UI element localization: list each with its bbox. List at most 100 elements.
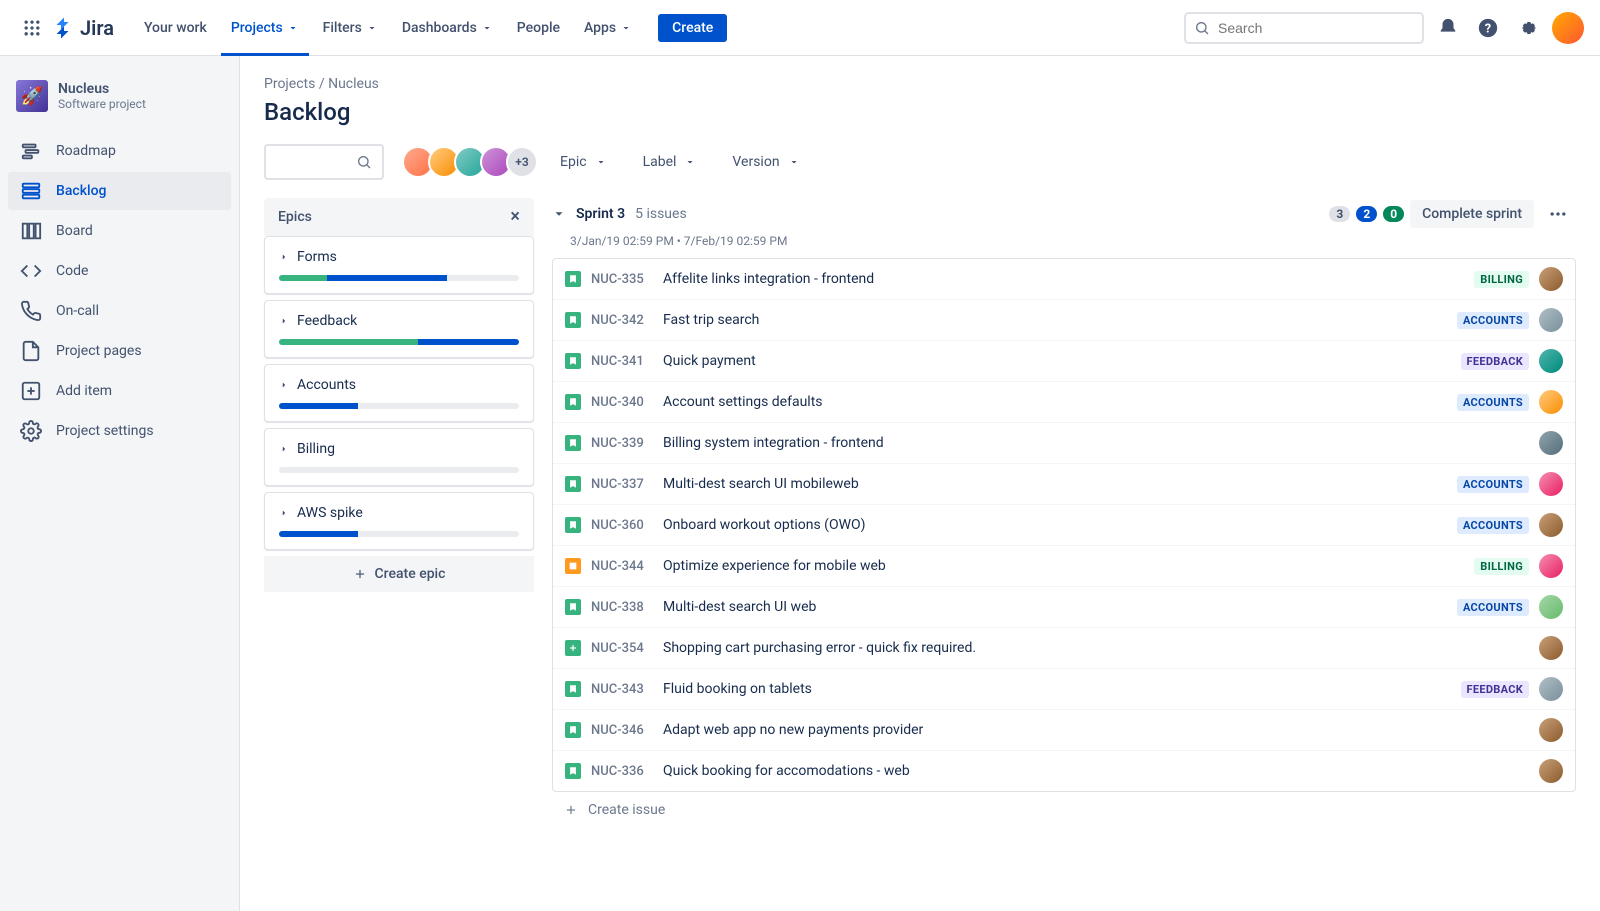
issue-assignee-avatar[interactable] (1539, 718, 1563, 742)
issue-assignee-avatar[interactable] (1539, 513, 1563, 537)
sprint-more-icon[interactable] (1540, 198, 1576, 230)
create-button[interactable]: Create (658, 14, 727, 42)
issue-row[interactable]: NUC-338Multi-dest search UI webACCOUNTS (553, 587, 1575, 628)
notifications-icon[interactable] (1432, 12, 1464, 44)
sidebar-item-project-settings[interactable]: Project settings (8, 412, 231, 450)
filter-label[interactable]: Label (639, 148, 701, 176)
chevron-right-icon (279, 252, 289, 262)
sidebar-item-add-item[interactable]: Add item (8, 372, 231, 410)
epic-billing[interactable]: Billing (264, 428, 534, 486)
app-switcher-icon[interactable] (16, 12, 48, 44)
nav-projects[interactable]: Projects (221, 14, 309, 42)
issue-title: Multi-dest search UI web (663, 599, 1447, 615)
issue-assignee-avatar[interactable] (1539, 390, 1563, 414)
backlog-search[interactable] (264, 144, 384, 180)
project-header[interactable]: 🚀 Nucleus Software project (8, 76, 231, 132)
filter-version[interactable]: Version (728, 148, 803, 176)
breadcrumb-root[interactable]: Projects (264, 76, 315, 92)
issue-assignee-avatar[interactable] (1539, 554, 1563, 578)
nav-filters[interactable]: Filters (313, 14, 388, 42)
issue-title: Fast trip search (663, 312, 1447, 328)
issue-title: Optimize experience for mobile web (663, 558, 1464, 574)
issue-title: Shopping cart purchasing error - quick f… (663, 640, 1529, 656)
issue-type-icon (565, 763, 581, 779)
issue-key: NUC-342 (591, 313, 653, 328)
issue-key: NUC-344 (591, 559, 653, 574)
issue-assignee-avatar[interactable] (1539, 431, 1563, 455)
issue-key: NUC-339 (591, 436, 653, 451)
epic-label: BILLING (1474, 558, 1529, 575)
issue-row[interactable]: NUC-346Adapt web app no new payments pro… (553, 710, 1575, 751)
issue-key: NUC-360 (591, 518, 653, 533)
epic-aws-spike[interactable]: AWS spike (264, 492, 534, 550)
sprint-progress-count: 2 (1356, 206, 1377, 222)
issue-assignee-avatar[interactable] (1539, 349, 1563, 373)
breadcrumb-leaf[interactable]: Nucleus (328, 76, 379, 92)
jira-logo[interactable]: Jira (52, 16, 114, 40)
issue-type-icon (565, 312, 581, 328)
issue-type-icon (565, 722, 581, 738)
help-icon[interactable]: ? (1472, 12, 1504, 44)
issue-type-icon (565, 558, 581, 574)
issue-list: NUC-335Affelite links integration - fron… (552, 258, 1576, 792)
chevron-right-icon (279, 380, 289, 390)
avatar-more[interactable]: +3 (506, 146, 538, 178)
issue-row[interactable]: NUC-344 Optimize experience for mobile we… (553, 546, 1575, 587)
close-epics-icon[interactable]: × (510, 208, 520, 226)
issue-title: Adapt web app no new payments provider (663, 722, 1529, 738)
sidebar: 🚀 Nucleus Software project RoadmapBacklo… (0, 56, 240, 911)
issue-assignee-avatar[interactable] (1539, 267, 1563, 291)
sidebar-item-code[interactable]: Code (8, 252, 231, 290)
issue-row[interactable]: NUC-354 Shopping cart purchasing error - … (553, 628, 1575, 669)
issue-row[interactable]: NUC-337Multi-dest search UI mobilewebACC… (553, 464, 1575, 505)
epic-feedback[interactable]: Feedback (264, 300, 534, 358)
sidebar-item-on-call[interactable]: On-call (8, 292, 231, 330)
issue-assignee-avatar[interactable] (1539, 595, 1563, 619)
nav-apps[interactable]: Apps (574, 14, 642, 42)
issue-row[interactable]: NUC-342 Fast trip search ACCOUNTS (553, 300, 1575, 341)
epic-label: ACCOUNTS (1457, 476, 1529, 493)
sidebar-item-project-pages[interactable]: Project pages (8, 332, 231, 370)
issue-assignee-avatar[interactable] (1539, 759, 1563, 783)
nav-people[interactable]: People (507, 14, 570, 42)
filter-epic[interactable]: Epic (556, 148, 611, 176)
issue-type-icon (565, 353, 581, 369)
issue-key: NUC-343 (591, 682, 653, 697)
create-epic-button[interactable]: Create epic (264, 556, 534, 592)
issue-row[interactable]: NUC-341Quick paymentFEEDBACK (553, 341, 1575, 382)
issue-assignee-avatar[interactable] (1539, 472, 1563, 496)
sprint-name[interactable]: Sprint 3 (576, 206, 625, 222)
issue-row[interactable]: NUC-340Account settings defaultsACCOUNTS (553, 382, 1575, 423)
create-issue-button[interactable]: Create issue (552, 792, 1576, 828)
epic-forms[interactable]: Forms (264, 236, 534, 294)
sidebar-item-roadmap[interactable]: Roadmap (8, 132, 231, 170)
nav-dashboards[interactable]: Dashboards (392, 14, 503, 42)
search-input[interactable] (1218, 20, 1414, 36)
issue-assignee-avatar[interactable] (1539, 636, 1563, 660)
issue-row[interactable]: NUC-360Onboard workout options (OWO)ACCO… (553, 505, 1575, 546)
issue-key: NUC-335 (591, 272, 653, 287)
sidebar-item-backlog[interactable]: Backlog (8, 172, 231, 210)
epic-label: ACCOUNTS (1457, 312, 1529, 329)
issue-assignee-avatar[interactable] (1539, 308, 1563, 332)
nav-your-work[interactable]: Your work (134, 14, 217, 42)
sprint-dates: 3/Jan/19 02:59 PM • 7/Feb/19 02:59 PM (570, 234, 1576, 248)
assignee-avatars[interactable]: +3 (402, 146, 538, 178)
issue-row[interactable]: NUC-339Billing system integration - fron… (553, 423, 1575, 464)
issue-key: NUC-354 (591, 641, 653, 656)
issue-row[interactable]: NUC-343Fluid booking on tabletsFEEDBACK (553, 669, 1575, 710)
global-search[interactable] (1184, 12, 1424, 44)
settings-icon[interactable] (1512, 12, 1544, 44)
epics-panel: Epics × FormsFeedbackAccountsBillingAWS … (264, 198, 534, 828)
issue-row[interactable]: NUC-336Quick booking for accomodations -… (553, 751, 1575, 791)
complete-sprint-button[interactable]: Complete sprint (1410, 200, 1534, 228)
issue-row[interactable]: NUC-335Affelite links integration - fron… (553, 259, 1575, 300)
issue-type-icon (565, 517, 581, 533)
issue-key: NUC-341 (591, 354, 653, 369)
epic-accounts[interactable]: Accounts (264, 364, 534, 422)
issue-assignee-avatar[interactable] (1539, 677, 1563, 701)
user-avatar[interactable] (1552, 12, 1584, 44)
chevron-down-icon[interactable] (552, 207, 566, 221)
issue-title: Quick payment (663, 353, 1451, 369)
sidebar-item-board[interactable]: Board (8, 212, 231, 250)
